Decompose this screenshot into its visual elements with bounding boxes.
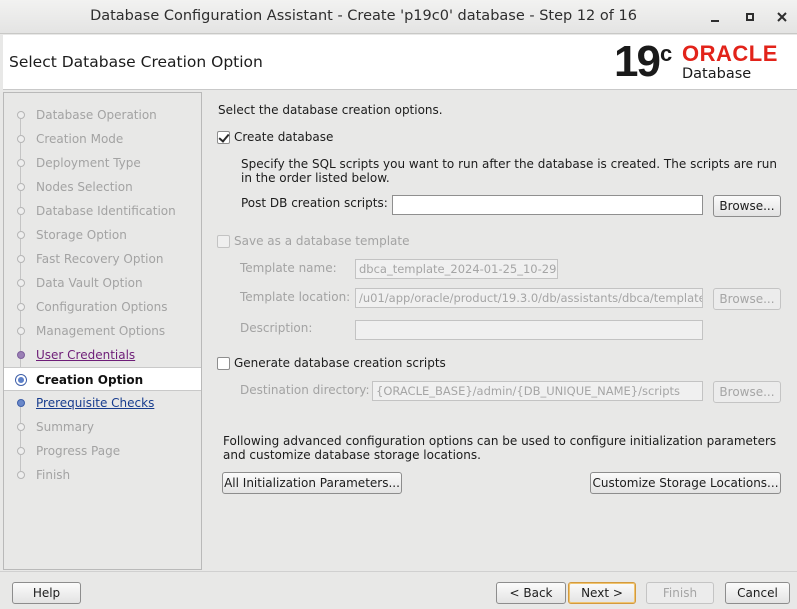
minimize-icon[interactable] — [707, 9, 723, 25]
step-dot-icon — [17, 135, 25, 143]
step-fast-recovery-option: Fast Recovery Option — [4, 247, 201, 279]
step-summary: Summary — [4, 415, 201, 447]
step-label: Progress Page — [36, 444, 121, 458]
step-storage-option: Storage Option — [4, 223, 201, 255]
step-data-vault-option: Data Vault Option — [4, 271, 201, 303]
page-header: Select Database Creation Option 19 c ORA… — [3, 35, 797, 90]
template-location-label: Template location: — [240, 290, 351, 304]
step-configuration-options: Configuration Options — [4, 295, 201, 327]
main-content: Select the database creation options. Cr… — [205, 92, 797, 570]
step-finish: Finish — [4, 463, 201, 487]
step-label: Storage Option — [36, 228, 127, 242]
init-parameters-button[interactable]: All Initialization Parameters... — [222, 472, 402, 494]
template-browse-button: Browse... — [713, 288, 781, 310]
step-dot-icon — [17, 207, 25, 215]
step-label: Fast Recovery Option — [36, 252, 164, 266]
create-database-checkbox[interactable] — [217, 131, 230, 144]
template-location-input: /u01/app/oracle/product/19.3.0/db/assist… — [355, 288, 703, 308]
step-dot-icon — [17, 399, 25, 407]
step-management-options: Management Options — [4, 319, 201, 351]
step-label: Deployment Type — [36, 156, 141, 170]
step-dot-icon — [17, 159, 25, 167]
step-user-credentials[interactable]: User Credentials — [4, 343, 201, 375]
step-dot-icon — [17, 351, 25, 359]
destination-directory-label: Destination directory: — [240, 383, 370, 397]
step-label: Database Operation — [36, 108, 157, 122]
template-name-input: dbca_template_2024-01-25_10-29- — [355, 259, 558, 279]
post-scripts-label: Post DB creation scripts: — [241, 196, 388, 210]
step-dot-icon — [17, 423, 25, 431]
step-label: Creation Mode — [36, 132, 124, 146]
destination-directory-input: {ORACLE_BASE}/admin/{DB_UNIQUE_NAME}/scr… — [372, 381, 703, 401]
step-database-operation: Database Operation — [4, 103, 201, 135]
finish-button: Finish — [646, 582, 714, 604]
generate-scripts-checkbox[interactable] — [217, 357, 230, 370]
steps-sidebar: Database Operation Creation Mode Deploym… — [3, 92, 202, 570]
step-dot-icon — [17, 111, 25, 119]
step-database-identification: Database Identification — [4, 199, 201, 231]
logo-version-suffix: c — [660, 41, 673, 66]
help-button[interactable]: Help — [12, 582, 81, 604]
save-template-checkbox — [217, 235, 230, 248]
create-database-label[interactable]: Create database — [234, 130, 333, 144]
oracle-logo: ORACLE — [682, 41, 778, 66]
step-nodes-selection: Nodes Selection — [4, 175, 201, 207]
post-scripts-input[interactable] — [392, 195, 703, 215]
step-prerequisite-checks[interactable]: Prerequisite Checks — [4, 391, 201, 423]
back-button[interactable]: < Back — [496, 582, 566, 604]
destination-browse-button: Browse... — [713, 381, 781, 403]
step-dot-icon — [17, 255, 25, 263]
step-dot-icon — [17, 447, 25, 455]
footer-bar: Help < Back Next > Finish Cancel — [0, 571, 797, 609]
description-label: Description: — [240, 321, 313, 335]
save-template-label: Save as a database template — [234, 234, 410, 248]
description-input — [355, 320, 703, 340]
step-dot-icon — [17, 327, 25, 335]
step-dot-icon — [17, 231, 25, 239]
step-label: Nodes Selection — [36, 180, 133, 194]
window-titlebar: Database Configuration Assistant - Creat… — [0, 0, 797, 34]
step-label: Management Options — [36, 324, 166, 338]
customize-storage-button[interactable]: Customize Storage Locations... — [590, 472, 781, 494]
advanced-options-text: Following advanced configuration options… — [223, 434, 777, 462]
post-scripts-browse-button[interactable]: Browse... — [713, 195, 781, 217]
intro-text: Select the database creation options. — [218, 103, 443, 117]
step-label: Summary — [36, 420, 94, 434]
logo-product: Database — [682, 66, 752, 82]
step-deployment-type: Deployment Type — [4, 151, 201, 183]
step-progress-page: Progress Page — [4, 439, 201, 471]
step-label: Database Identification — [36, 204, 176, 218]
generate-scripts-label[interactable]: Generate database creation scripts — [234, 356, 446, 370]
template-name-label: Template name: — [240, 261, 337, 275]
step-label: Data Vault Option — [36, 276, 143, 290]
cancel-button[interactable]: Cancel — [725, 582, 790, 604]
maximize-icon[interactable] — [742, 9, 758, 25]
step-label[interactable]: Prerequisite Checks — [36, 396, 154, 410]
step-dot-icon — [17, 303, 25, 311]
step-dot-icon — [17, 471, 25, 479]
window-title: Database Configuration Assistant - Creat… — [90, 8, 637, 24]
step-creation-option: Creation Option — [4, 367, 201, 391]
step-label: Configuration Options — [36, 300, 168, 314]
step-label: Finish — [36, 468, 71, 482]
step-dot-icon — [17, 183, 25, 191]
close-icon[interactable] — [774, 9, 790, 25]
logo-version: 19 — [614, 37, 661, 86]
post-scripts-description: Specify the SQL scripts you want to run … — [241, 157, 777, 185]
step-creation-mode: Creation Mode — [4, 127, 201, 159]
next-button[interactable]: Next > — [568, 582, 636, 604]
step-dot-icon — [17, 279, 25, 287]
step-label: Creation Option — [36, 373, 144, 387]
step-current-icon — [15, 374, 27, 386]
page-title: Select Database Creation Option — [9, 53, 263, 71]
step-label[interactable]: User Credentials — [36, 348, 135, 362]
